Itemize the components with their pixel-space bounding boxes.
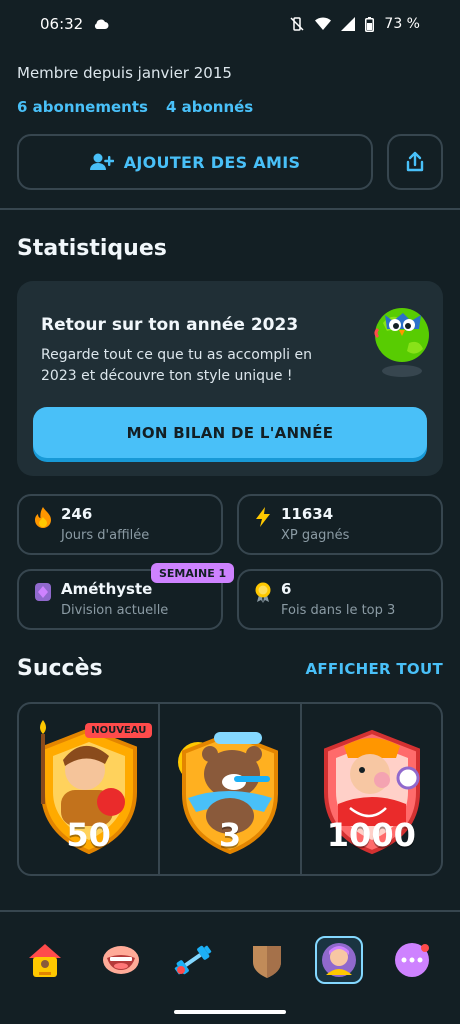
share-icon <box>406 151 424 172</box>
stat-value: 6 <box>281 580 292 598</box>
stat-label: Division actuelle <box>61 603 169 618</box>
league-gem-icon <box>35 583 51 601</box>
status-bar: 06:32 73 % <box>0 0 460 48</box>
stat-label: XP gagnés <box>281 528 350 543</box>
speaking-mouth-icon <box>103 946 139 974</box>
achievement-card[interactable]: 3 <box>160 704 302 874</box>
stat-value: 11634 <box>281 505 334 523</box>
achievement-number: 3 <box>218 816 242 854</box>
more-icon <box>395 943 429 977</box>
medal-icon <box>255 582 271 603</box>
followers-link[interactable]: 4 abonnés <box>166 98 253 116</box>
stat-label: Jours d'affilée <box>61 528 150 543</box>
stat-card-streak[interactable]: 246 Jours d'affilée <box>17 494 223 555</box>
year-review-button[interactable]: MON BILAN DE L'ANNÉE <box>33 407 427 458</box>
section-divider <box>0 208 460 210</box>
new-badge: NOUVEAU <box>85 723 153 738</box>
follow-counts: 6 abonnements 4 abonnés <box>17 98 253 116</box>
achievements-row: NOUVEAU 50 3 1000 <box>17 702 443 876</box>
achievement-number: 1000 <box>326 816 416 854</box>
achievement-card[interactable]: 1000 <box>302 704 441 874</box>
achievement-number: 50 <box>66 816 111 854</box>
member-since: Membre depuis janvier 2015 <box>17 64 232 82</box>
signal-icon <box>341 17 356 31</box>
stat-card-top3[interactable]: 6 Fois dans le top 3 <box>237 569 443 630</box>
cloud-icon <box>95 19 109 29</box>
year-review-text: Regarde tout ce que tu as accompli en 20… <box>41 347 313 384</box>
add-friends-label: AJOUTER DES AMIS <box>123 152 301 172</box>
tab-home[interactable] <box>21 936 69 984</box>
add-friends-button[interactable]: AJOUTER DES AMIS <box>17 134 373 190</box>
add-user-icon <box>89 153 114 170</box>
duo-globe-icon <box>374 308 429 377</box>
following-link[interactable]: 6 abonnements <box>17 98 148 116</box>
dumbbell-icon <box>174 945 212 975</box>
achievement-card[interactable]: NOUVEAU 50 <box>19 704 161 874</box>
home-indicator[interactable] <box>174 1010 286 1014</box>
week-badge: SEMAINE 1 <box>151 563 235 583</box>
stat-value: Améthyste <box>61 580 153 598</box>
wifi-icon <box>315 17 332 30</box>
tab-leagues[interactable] <box>243 936 291 984</box>
tab-practice[interactable] <box>169 936 217 984</box>
tab-speaking[interactable] <box>97 936 145 984</box>
battery-level: 73 % <box>384 16 420 32</box>
tab-more[interactable] <box>388 936 436 984</box>
vibrate-off-icon <box>290 17 304 31</box>
share-button[interactable] <box>387 134 443 190</box>
stat-card-xp[interactable]: 11634 XP gagnés <box>237 494 443 555</box>
clock: 06:32 <box>40 15 84 33</box>
battery-icon <box>365 16 375 32</box>
achievements-heading: Succès <box>17 656 103 681</box>
stat-label: Fois dans le top 3 <box>281 603 396 618</box>
stat-value: 246 <box>61 505 93 523</box>
see-all-link[interactable]: AFFICHER TOUT <box>305 660 443 678</box>
year-review-card: Retour sur ton année 2023 Regarde tout c… <box>17 281 443 476</box>
home-icon <box>29 944 61 977</box>
shield-icon <box>253 946 281 978</box>
bottom-nav <box>0 910 460 1024</box>
stats-heading: Statistiques <box>17 236 167 261</box>
flame-icon <box>35 507 51 528</box>
lightning-icon <box>256 507 270 527</box>
profile-avatar-icon <box>322 943 356 977</box>
tab-profile[interactable] <box>315 936 363 984</box>
year-review-title: Retour sur ton année 2023 <box>41 315 299 335</box>
